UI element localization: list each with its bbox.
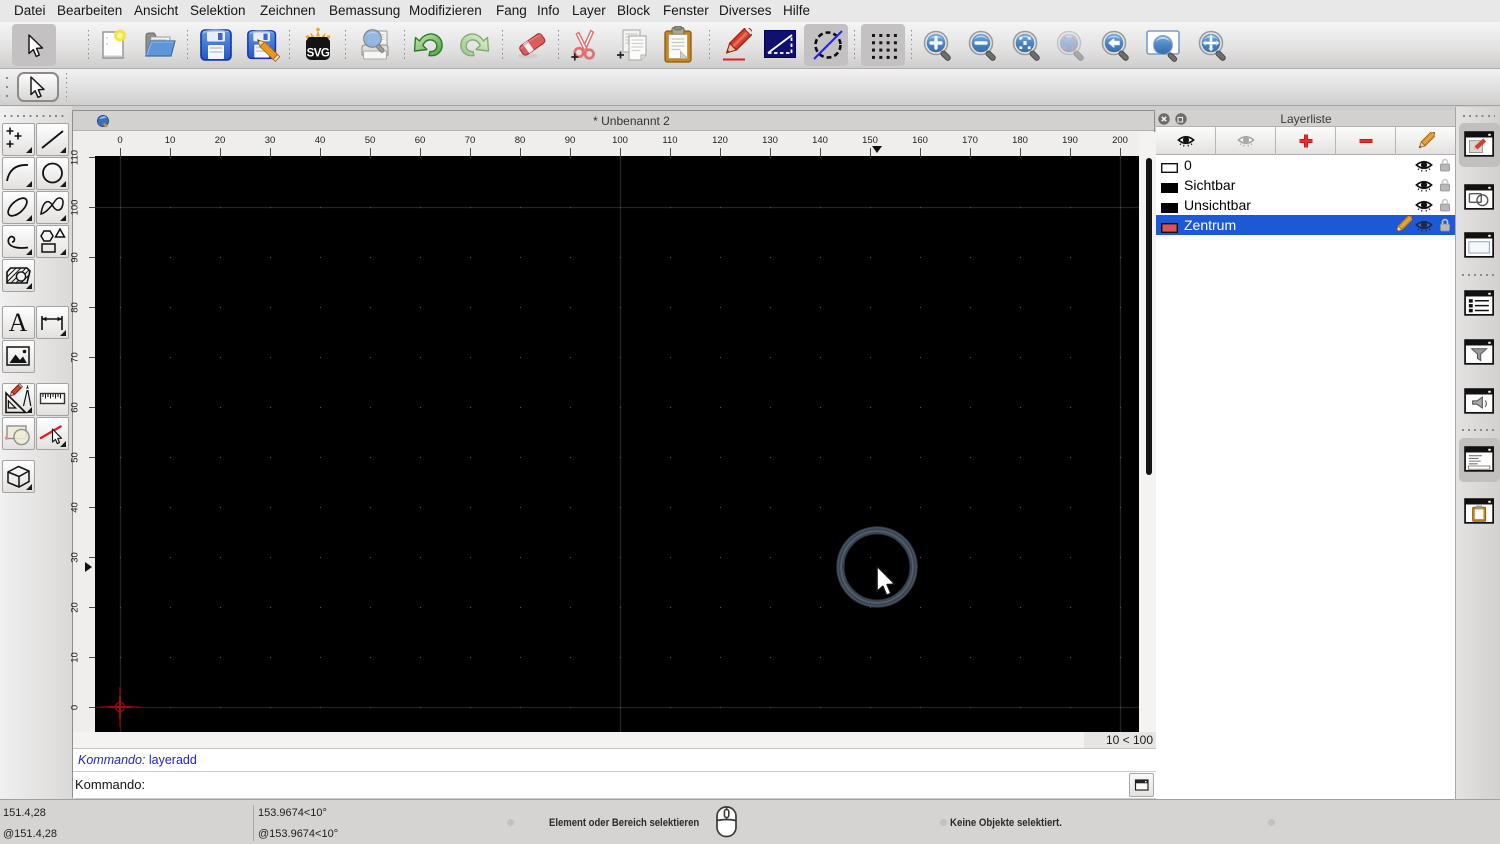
- svg-text:SVG: SVG: [307, 48, 330, 60]
- svg-text:A: A: [9, 308, 28, 337]
